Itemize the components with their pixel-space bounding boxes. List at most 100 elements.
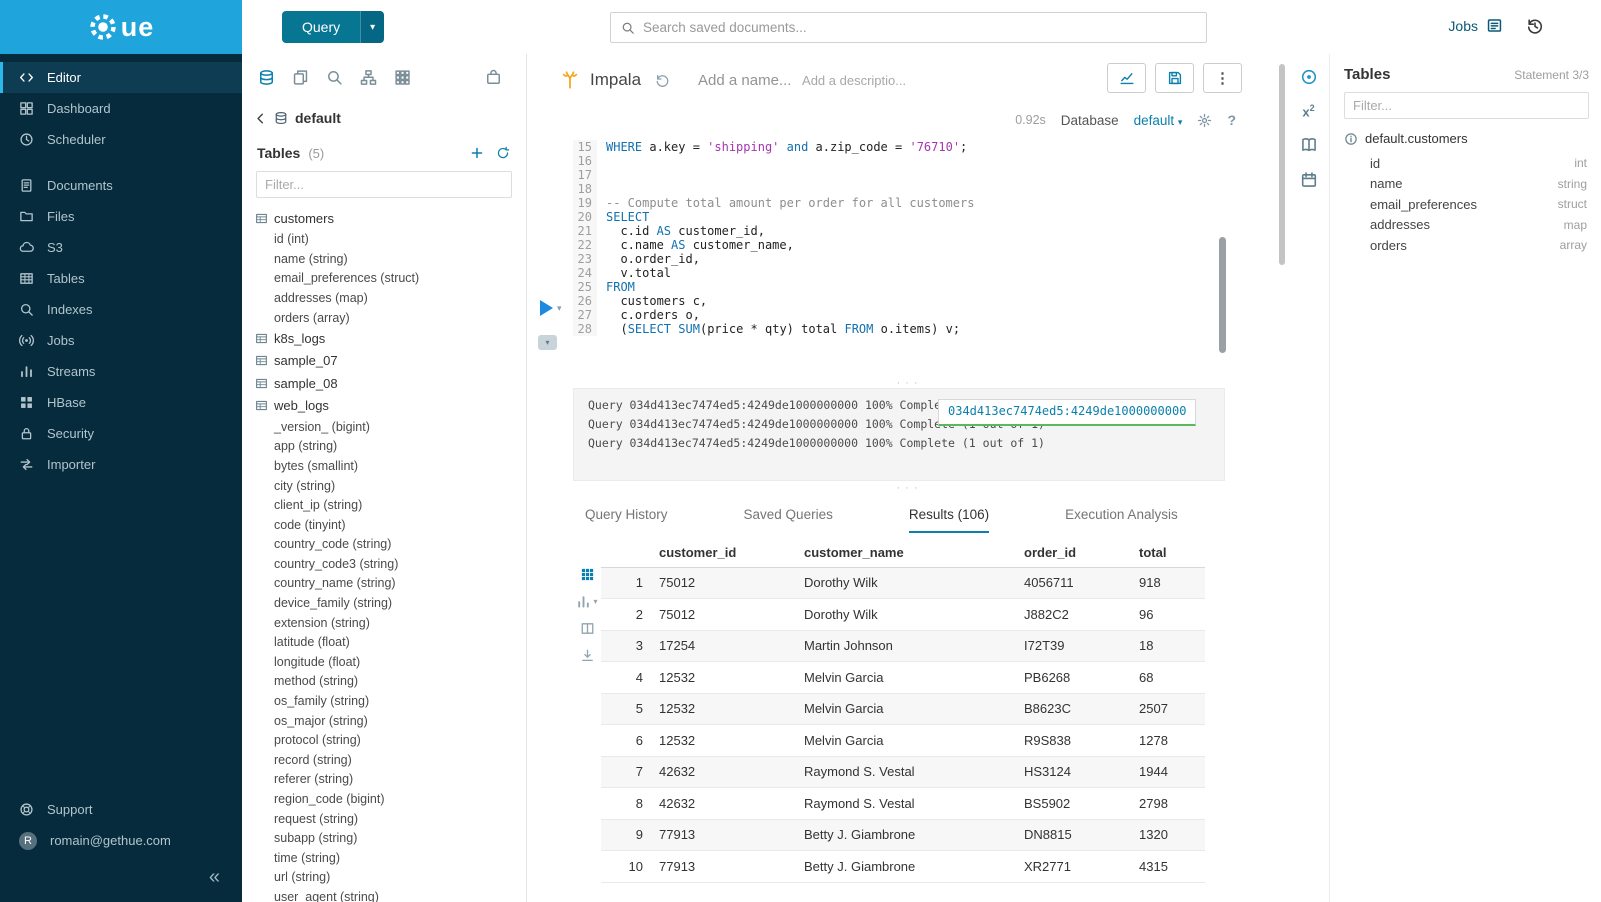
results-cell[interactable]: B8623C xyxy=(1024,693,1139,725)
column-item[interactable]: id (int) xyxy=(242,229,526,249)
results-cell[interactable]: Betty J. Giambrone xyxy=(804,851,1024,883)
results-row[interactable]: 742632Raymond S. VestalHS31241944 xyxy=(601,756,1205,788)
results-cell[interactable]: 1944 xyxy=(1139,756,1205,788)
code-line-21[interactable]: 21 c.id AS customer_id, xyxy=(573,224,1288,238)
column-item-addresses[interactable]: addressesmap xyxy=(1344,215,1589,236)
results-row[interactable]: 175012Dorothy Wilk4056711918 xyxy=(601,567,1205,599)
sidebar-item-hbase[interactable]: HBase xyxy=(0,387,242,418)
info-icon[interactable] xyxy=(1344,132,1358,146)
right-panel-functions-button[interactable]: x2 xyxy=(1302,103,1314,119)
results-cell[interactable]: 42632 xyxy=(659,788,804,820)
sidebar-collapse-button[interactable]: « xyxy=(0,856,242,898)
query-button[interactable]: Query xyxy=(282,11,360,43)
column-item[interactable]: country_code3 (string) xyxy=(242,554,526,574)
table-item-customers[interactable]: customers xyxy=(242,207,526,229)
code-line-16[interactable]: 16 xyxy=(573,154,1288,168)
results-cell[interactable]: 12532 xyxy=(659,725,804,757)
results-cell[interactable]: Dorothy Wilk xyxy=(804,599,1024,631)
sidebar-item-tables[interactable]: Tables xyxy=(0,263,242,294)
table-item-web-logs[interactable]: web_logs xyxy=(242,395,526,417)
code-line-24[interactable]: 24 v.total xyxy=(573,266,1288,280)
results-cell[interactable]: Melvin Garcia xyxy=(804,725,1024,757)
results-cell[interactable]: 77913 xyxy=(659,819,804,851)
results-cell[interactable]: I72T39 xyxy=(1024,630,1139,662)
code-line-25[interactable]: 25FROM xyxy=(573,280,1288,294)
column-item[interactable]: longitude (float) xyxy=(242,652,526,672)
results-cell[interactable]: DN8815 xyxy=(1024,819,1139,851)
right-panel-assistant-button[interactable] xyxy=(1300,68,1318,86)
tab-results-106[interactable]: Results (106) xyxy=(909,507,989,533)
column-item[interactable]: email_preferences (struct) xyxy=(242,269,526,289)
query-dropdown-caret-icon[interactable]: ▾ xyxy=(360,11,384,43)
results-cell[interactable]: 18 xyxy=(1139,630,1205,662)
code-line-15[interactable]: 15WHERE a.key = 'shipping' and a.zip_cod… xyxy=(573,140,1288,154)
code-area[interactable]: 15WHERE a.key = 'shipping' and a.zip_cod… xyxy=(573,137,1288,336)
column-item[interactable]: code (tinyint) xyxy=(242,515,526,535)
column-item[interactable]: bytes (smallint) xyxy=(242,456,526,476)
results-cell[interactable]: 75012 xyxy=(659,599,804,631)
more-actions-button[interactable]: ⋮ xyxy=(1203,63,1242,93)
results-cell[interactable]: 42632 xyxy=(659,756,804,788)
global-search-input[interactable] xyxy=(643,20,1196,35)
results-row[interactable]: 977913Betty J. GiambroneDN88151320 xyxy=(601,819,1205,851)
sidebar-item-documents[interactable]: Documents xyxy=(0,170,242,201)
table-item-sample-07[interactable]: sample_07 xyxy=(242,350,526,372)
results-cell[interactable]: Raymond S. Vestal xyxy=(804,788,1024,820)
query-history-icon[interactable] xyxy=(655,73,670,88)
save-button[interactable] xyxy=(1155,63,1194,93)
help-icon[interactable]: ? xyxy=(1227,112,1236,128)
results-cell[interactable]: 4056711 xyxy=(1024,567,1139,599)
column-item[interactable]: country_code (string) xyxy=(242,534,526,554)
query-description-input[interactable] xyxy=(802,73,914,88)
column-item[interactable]: time (string) xyxy=(242,848,526,868)
column-item[interactable]: addresses (map) xyxy=(242,288,526,308)
code-line-22[interactable]: 22 c.name AS customer_name, xyxy=(573,238,1288,252)
table-item-k8s-logs[interactable]: k8s_logs xyxy=(242,327,526,349)
results-cell[interactable]: 4315 xyxy=(1139,851,1205,883)
column-item-email-preferences[interactable]: email_preferencesstruct xyxy=(1344,194,1589,215)
active-table-name[interactable]: default.customers xyxy=(1365,131,1468,146)
column-item-name[interactable]: namestring xyxy=(1344,174,1589,195)
sidebar-item-files[interactable]: Files xyxy=(0,201,242,232)
results-cell[interactable]: 1320 xyxy=(1139,819,1205,851)
results-column-total[interactable]: total xyxy=(1139,539,1205,567)
results-cell[interactable]: PB6268 xyxy=(1024,662,1139,694)
add-table-icon[interactable] xyxy=(470,146,484,160)
editor-scrollbar[interactable] xyxy=(1219,237,1226,353)
query-id-tooltip[interactable]: 034d413ec7474ed5:4249de1000000000 xyxy=(938,399,1196,426)
results-cell[interactable]: BS5902 xyxy=(1024,788,1139,820)
results-column-customer-id[interactable]: customer_id xyxy=(659,539,804,567)
results-view-grid-button[interactable] xyxy=(580,567,595,582)
results-row[interactable]: 612532Melvin GarciaR9S8381278 xyxy=(601,725,1205,757)
results-row[interactable]: 317254Martin JohnsonI72T3918 xyxy=(601,630,1205,662)
tab-saved-queries[interactable]: Saved Queries xyxy=(744,507,833,533)
code-line-27[interactable]: 27 c.orders o, xyxy=(573,308,1288,322)
results-cell[interactable]: Raymond S. Vestal xyxy=(804,756,1024,788)
sidebar-item-indexes[interactable]: Indexes xyxy=(0,294,242,325)
breadcrumb[interactable]: default xyxy=(242,106,526,130)
column-item[interactable]: subapp (string) xyxy=(242,828,526,848)
sidebar-item-security[interactable]: Security xyxy=(0,418,242,449)
hue-logo[interactable]: ue xyxy=(0,0,242,54)
column-item[interactable]: referer (string) xyxy=(242,770,526,790)
results-cell[interactable]: R9S838 xyxy=(1024,725,1139,757)
results-cell[interactable]: Dorothy Wilk xyxy=(804,567,1024,599)
column-item[interactable]: method (string) xyxy=(242,672,526,692)
column-item[interactable]: device_family (string) xyxy=(242,593,526,613)
column-item[interactable]: _version_ (bigint) xyxy=(242,417,526,437)
results-view-download-button[interactable] xyxy=(580,648,595,663)
column-item[interactable]: country_name (string) xyxy=(242,574,526,594)
results-view-columns-button[interactable] xyxy=(580,621,595,636)
column-item[interactable]: user_agent (string) xyxy=(242,887,526,902)
sidebar-item-support[interactable]: Support xyxy=(0,794,242,825)
code-editor[interactable]: 15WHERE a.key = 'shipping' and a.zip_cod… xyxy=(527,137,1288,377)
resize-handle-bottom[interactable] xyxy=(527,481,1288,495)
column-item[interactable]: url (string) xyxy=(242,868,526,888)
column-item[interactable]: client_ip (string) xyxy=(242,495,526,515)
column-item[interactable]: os_major (string) xyxy=(242,711,526,731)
sidebar-item-importer[interactable]: Importer xyxy=(0,449,242,480)
code-line-26[interactable]: 26 customers c, xyxy=(573,294,1288,308)
sidebar-item-jobs[interactable]: Jobs xyxy=(0,325,242,356)
run-options-caret-icon[interactable]: ▾ xyxy=(557,303,562,314)
history-icon[interactable] xyxy=(1526,17,1544,35)
